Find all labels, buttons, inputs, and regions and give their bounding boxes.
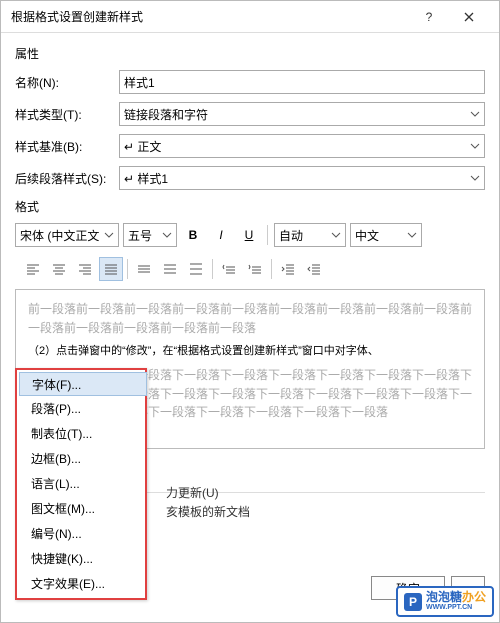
watermark: P 泡泡糖办公 WWW.PPT.CN [396, 586, 494, 617]
menu-item-border[interactable]: 边框(B)... [17, 446, 145, 471]
indent-dec-button[interactable] [302, 257, 326, 281]
space-before-inc-button[interactable] [217, 257, 241, 281]
indent-inc-button[interactable] [276, 257, 300, 281]
spacing-1-button[interactable] [132, 257, 156, 281]
base-on-select[interactable]: ↵ 正文 [119, 134, 485, 158]
align-justify-button[interactable] [99, 257, 123, 281]
row-name: 名称(N): 样式1 [15, 70, 485, 94]
dialog-create-style: 根据格式设置创建新样式 ? 属性 名称(N): 样式1 样式类型(T): 链接段… [0, 0, 500, 623]
close-button[interactable] [449, 1, 489, 33]
format-bar: 宋体 (中文正文 五号 B I U 自动 中文 [15, 223, 485, 247]
line-spacing-icon [163, 263, 177, 275]
underline-button[interactable]: U [237, 223, 261, 247]
font-size-select[interactable]: 五号 [123, 223, 177, 247]
chevron-down-icon [470, 111, 480, 117]
align-center-button[interactable] [47, 257, 71, 281]
section-property-label: 属性 [15, 45, 485, 62]
chevron-down-icon [104, 232, 114, 238]
next-para-select[interactable]: ↵ 样式1 [119, 166, 485, 190]
indent-icon [281, 263, 295, 275]
separator [271, 259, 272, 279]
outdent-icon [307, 263, 321, 275]
visible-under-text: 力更新(U) 亥模板的新文档 [166, 484, 250, 522]
menu-item-paragraph[interactable]: 段落(P)... [17, 396, 145, 421]
menu-item-tabs[interactable]: 制表位(T)... [17, 421, 145, 446]
spacing-2-button[interactable] [184, 257, 208, 281]
menu-item-language[interactable]: 语言(L)... [17, 471, 145, 496]
section-format-label: 格式 [15, 198, 485, 215]
style-type-select[interactable]: 链接段落和字符 [119, 102, 485, 126]
preview-grey-before: 前一段落前一段落前一段落前一段落前一段落前一段落前一段落前一段落前一段落前一段落… [28, 300, 472, 337]
align-left-icon [26, 263, 40, 275]
language-select[interactable]: 中文 [350, 223, 422, 247]
chevron-down-icon [407, 232, 417, 238]
separator [127, 259, 128, 279]
close-icon [464, 12, 474, 22]
separator [212, 259, 213, 279]
align-right-icon [78, 263, 92, 275]
label-style-type: 样式类型(T): [15, 106, 119, 123]
row-base-on: 样式基准(B): ↵ 正文 [15, 134, 485, 158]
label-name: 名称(N): [15, 74, 119, 91]
separator [267, 225, 268, 245]
row-next-para: 后续段落样式(S): ↵ 样式1 [15, 166, 485, 190]
chevron-down-icon [470, 143, 480, 149]
watermark-text: 泡泡糖办公 WWW.PPT.CN [426, 591, 486, 612]
row-style-type: 样式类型(T): 链接段落和字符 [15, 102, 485, 126]
format-menu: 字体(F)... 段落(P)... 制表位(T)... 边框(B)... 语言(… [15, 368, 147, 600]
help-button[interactable]: ? [409, 1, 449, 33]
line-spacing-icon [189, 263, 203, 275]
titlebar: 根据格式设置创建新样式 ? [1, 1, 499, 33]
font-family-select[interactable]: 宋体 (中文正文 [15, 223, 119, 247]
menu-item-font[interactable]: 字体(F)... [19, 372, 147, 396]
line-spacing-icon [137, 263, 151, 275]
label-base-on: 样式基准(B): [15, 138, 119, 155]
para-space-icon [248, 263, 262, 275]
preview-real-text: （2）点击弹窗中的“修改”，在“根据格式设置创建新样式”窗口中对字体、 [28, 343, 472, 360]
menu-item-frame[interactable]: 图文框(M)... [17, 496, 145, 521]
align-left-button[interactable] [21, 257, 45, 281]
bold-button[interactable]: B [181, 223, 205, 247]
label-next-para: 后续段落样式(S): [15, 170, 119, 187]
italic-button[interactable]: I [209, 223, 233, 247]
align-justify-icon [104, 263, 118, 275]
spacing-15-button[interactable] [158, 257, 182, 281]
chevron-down-icon [331, 232, 341, 238]
font-color-select[interactable]: 自动 [274, 223, 346, 247]
watermark-logo-icon: P [404, 593, 422, 611]
name-input[interactable]: 样式1 [119, 70, 485, 94]
align-right-button[interactable] [73, 257, 97, 281]
chevron-down-icon [162, 232, 172, 238]
para-space-icon [222, 263, 236, 275]
align-center-icon [52, 263, 66, 275]
menu-item-numbering[interactable]: 编号(N)... [17, 521, 145, 546]
space-before-dec-button[interactable] [243, 257, 267, 281]
chevron-down-icon [470, 175, 480, 181]
menu-item-shortcut[interactable]: 快捷键(K)... [17, 546, 145, 571]
menu-item-text-effects[interactable]: 文字效果(E)... [17, 571, 145, 596]
paragraph-bar [15, 257, 485, 281]
dialog-title: 根据格式设置创建新样式 [11, 8, 409, 25]
